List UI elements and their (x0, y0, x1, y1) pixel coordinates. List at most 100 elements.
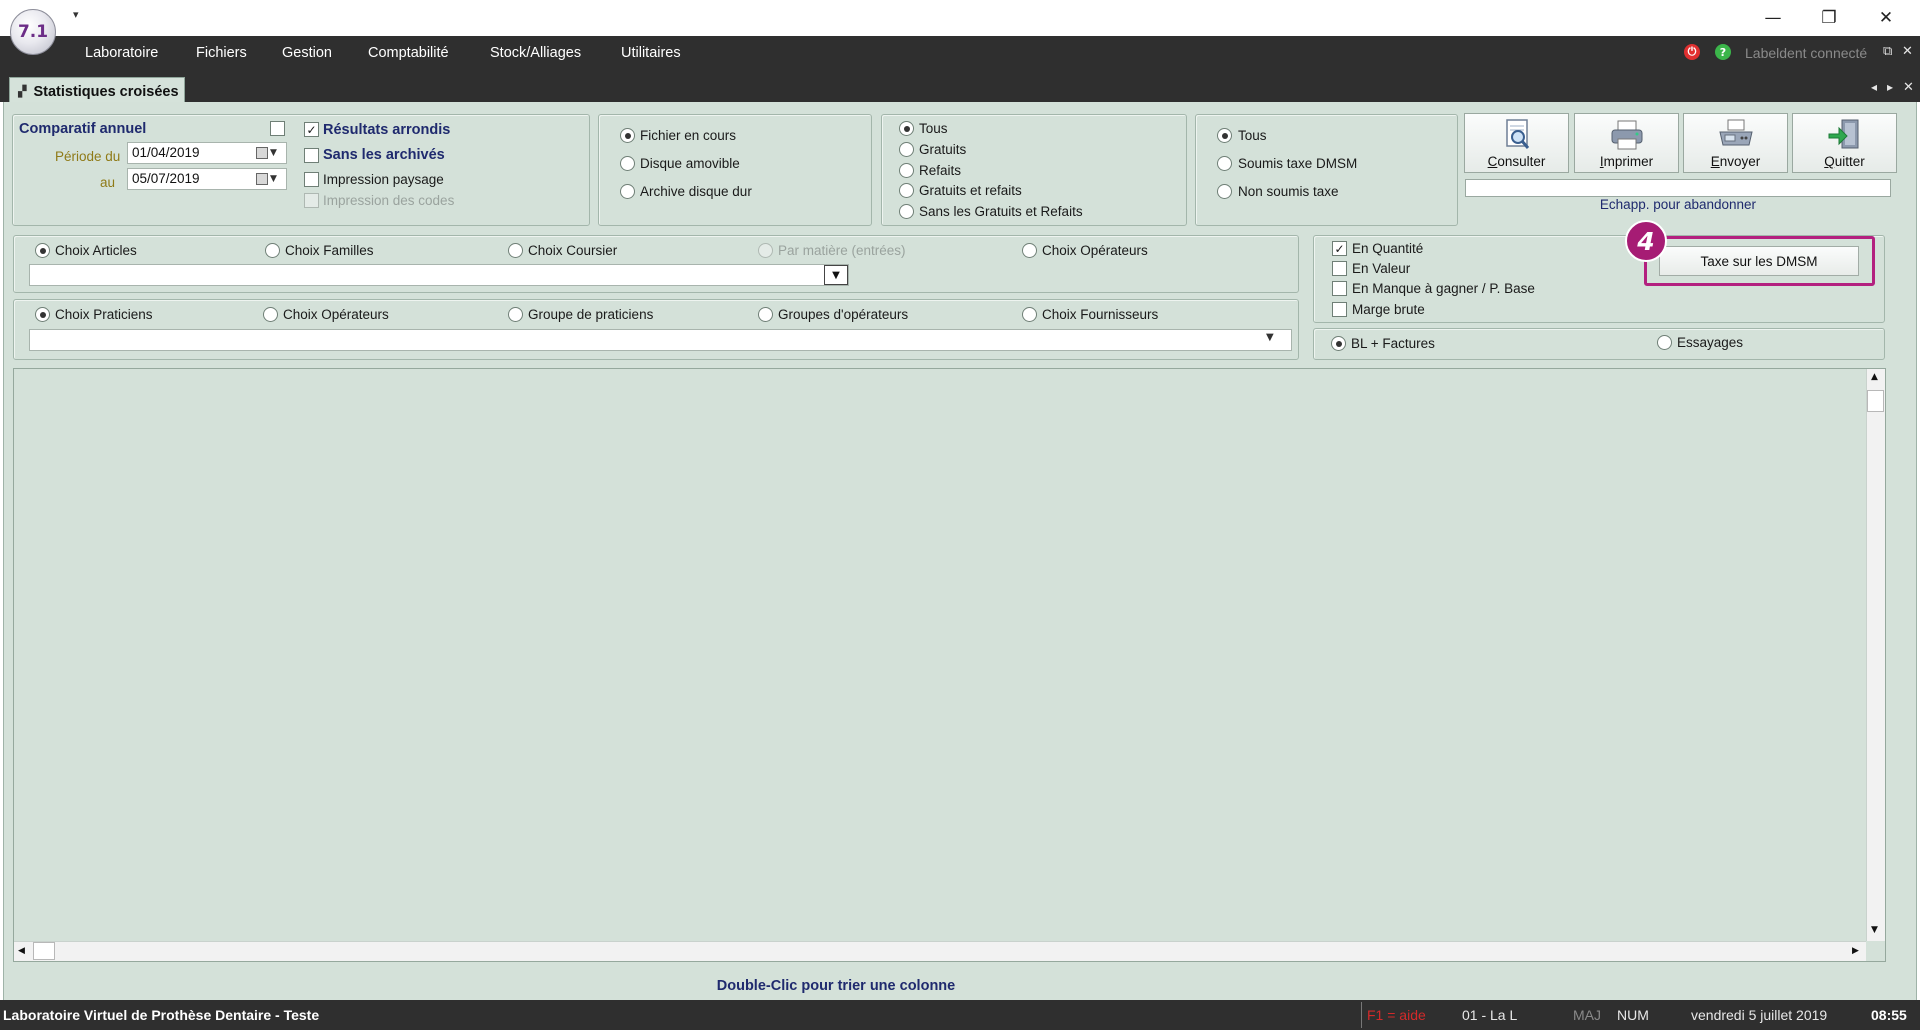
source-archive-radio[interactable] (620, 184, 635, 199)
choix-coursier-label: Choix Coursier (528, 243, 618, 258)
par-matiere-radio (758, 243, 773, 258)
resultats-arrondis-checkbox[interactable]: ✓ (304, 122, 319, 137)
type-tous-radio[interactable] (899, 121, 914, 136)
manque-a-gagner-checkbox[interactable] (1332, 281, 1347, 296)
source-archive-label: Archive disque dur (640, 184, 752, 199)
site-indicator: 01 - La L (1462, 1007, 1518, 1023)
bl-factures-radio[interactable] (1331, 336, 1346, 351)
tax-soumis-radio[interactable] (1217, 156, 1232, 171)
type-gratuits-refaits-radio[interactable] (899, 183, 914, 198)
menu-gestion[interactable]: Gestion (282, 45, 332, 61)
choix-fournisseurs-label: Choix Fournisseurs (1042, 307, 1159, 322)
connection-status: Labeldent connecté (1745, 45, 1868, 61)
minimize-button[interactable]: — (1745, 0, 1801, 36)
taxe-dmsm-button[interactable]: Taxe sur les DMSM (1659, 246, 1859, 276)
type-sans-gratuits-radio[interactable] (899, 204, 914, 219)
tab-next-icon[interactable]: ▸ (1887, 80, 1893, 94)
scroll-up-icon[interactable]: ▲ (1871, 372, 1878, 382)
calendar-to-icon[interactable]: ▼ (256, 169, 286, 189)
sans-archives-label: Sans les archivés (323, 147, 445, 163)
groupe-praticiens-radio[interactable] (508, 307, 523, 322)
scroll-right-icon[interactable]: ▶ (1852, 946, 1859, 956)
menu-fichiers[interactable]: Fichiers (196, 45, 247, 61)
vertical-scrollbar[interactable] (1866, 369, 1885, 941)
source-fichier-radio[interactable] (620, 128, 635, 143)
help-icon[interactable]: ? (1715, 44, 1731, 60)
tax-tous-radio[interactable] (1217, 128, 1232, 143)
marge-brute-checkbox[interactable] (1332, 302, 1347, 317)
par-matiere-label: Par matière (entrées) (778, 243, 906, 258)
envoyer-button[interactable]: Envoyer (1683, 113, 1788, 173)
choix-coursier-radio[interactable] (508, 243, 523, 258)
comparatif-annuel-checkbox[interactable] (270, 121, 285, 136)
en-quantite-label: En Quantité (1352, 241, 1424, 256)
menu-utilitaires[interactable]: Utilitaires (621, 45, 681, 61)
choix-praticiens-label: Choix Praticiens (55, 307, 153, 322)
impression-paysage-checkbox[interactable] (304, 172, 319, 187)
imprimer-button[interactable]: Imprimer (1574, 113, 1679, 173)
tax-non-soumis-radio[interactable] (1217, 184, 1232, 199)
choix-praticiens-radio[interactable] (35, 307, 50, 322)
menu-laboratoire[interactable]: Laboratoire (85, 45, 158, 61)
title-bar (0, 0, 1920, 36)
type-gratuits-radio[interactable] (899, 142, 914, 157)
status-time: 08:55 (1871, 1007, 1907, 1023)
quick-access-dropdown-icon[interactable]: ▾ (73, 8, 79, 21)
calendar-from-icon[interactable]: ▼ (256, 143, 286, 163)
bl-factures-label: BL + Factures (1351, 336, 1435, 351)
power-icon[interactable]: ⏻ (1684, 44, 1700, 60)
en-valeur-checkbox[interactable] (1332, 261, 1347, 276)
consulter-button[interactable]: Consulter (1464, 113, 1569, 173)
type-gratuits-label: Gratuits (919, 142, 967, 157)
close-button[interactable]: ✕ (1858, 0, 1914, 36)
chart-icon: ▞ (18, 85, 27, 98)
groupes-operateurs-radio[interactable] (758, 307, 773, 322)
sans-archives-checkbox[interactable] (304, 148, 319, 163)
printer-icon (1608, 118, 1646, 152)
articles-select[interactable] (29, 264, 849, 286)
tab-close-icon[interactable]: ✕ (1903, 80, 1914, 95)
impression-codes-label: Impression des codes (323, 193, 455, 208)
scroll-left-icon[interactable]: ◀ (18, 946, 25, 956)
num-indicator: NUM (1617, 1007, 1649, 1023)
essayages-radio[interactable] (1657, 335, 1672, 350)
tax-soumis-label: Soumis taxe DMSM (1238, 156, 1358, 171)
praticiens-select[interactable] (29, 329, 1292, 351)
groupes-operateurs-label: Groupes d'opérateurs (778, 307, 909, 322)
horizontal-scrollbar[interactable] (14, 941, 1866, 961)
horizontal-scroll-thumb[interactable] (33, 942, 55, 960)
en-quantite-checkbox[interactable]: ✓ (1332, 241, 1347, 256)
menu-stock-alliages[interactable]: Stock/Alliages (490, 45, 581, 61)
choix-fournisseurs-radio[interactable] (1022, 307, 1037, 322)
caps-indicator: MAJ (1573, 1007, 1601, 1023)
choix-operateurs-articles-radio[interactable] (1022, 243, 1037, 258)
tax-non-soumis-label: Non soumis taxe (1238, 184, 1339, 199)
articles-dropdown-icon[interactable]: ▼ (824, 265, 848, 285)
source-disque-label: Disque amovible (640, 156, 740, 171)
source-fichier-label: Fichier en cours (640, 128, 737, 143)
float-window-icon[interactable]: ⧉ (1883, 44, 1892, 59)
app-logo[interactable]: 7.1 (10, 9, 56, 55)
fax-send-icon (1717, 118, 1755, 152)
close-app-icon[interactable]: ✕ (1902, 44, 1913, 59)
tab-prev-icon[interactable]: ◂ (1871, 80, 1877, 94)
vertical-scroll-thumb[interactable] (1867, 390, 1884, 412)
menu-comptabilite[interactable]: Comptabilité (368, 45, 449, 61)
praticiens-dropdown-icon[interactable]: ▼ (1266, 332, 1274, 343)
type-refaits-radio[interactable] (899, 163, 914, 178)
choix-operateurs-radio[interactable] (263, 307, 278, 322)
source-disque-radio[interactable] (620, 156, 635, 171)
results-grid[interactable] (13, 368, 1886, 962)
choix-articles-radio[interactable] (35, 243, 50, 258)
scroll-down-icon[interactable]: ▼ (1871, 925, 1878, 935)
marge-brute-label: Marge brute (1352, 302, 1425, 317)
choix-familles-radio[interactable] (265, 243, 280, 258)
choix-familles-label: Choix Familles (285, 243, 374, 258)
tab-statistiques-croisees[interactable]: ▞ Statistiques croisées (9, 77, 185, 105)
quitter-button[interactable]: Quitter (1792, 113, 1897, 173)
progress-bar (1465, 179, 1891, 197)
step-badge: 4 (1625, 220, 1667, 262)
impression-paysage-label: Impression paysage (323, 172, 444, 187)
restore-button[interactable]: ❐ (1801, 0, 1857, 36)
groupe-praticiens-label: Groupe de praticiens (528, 307, 654, 322)
